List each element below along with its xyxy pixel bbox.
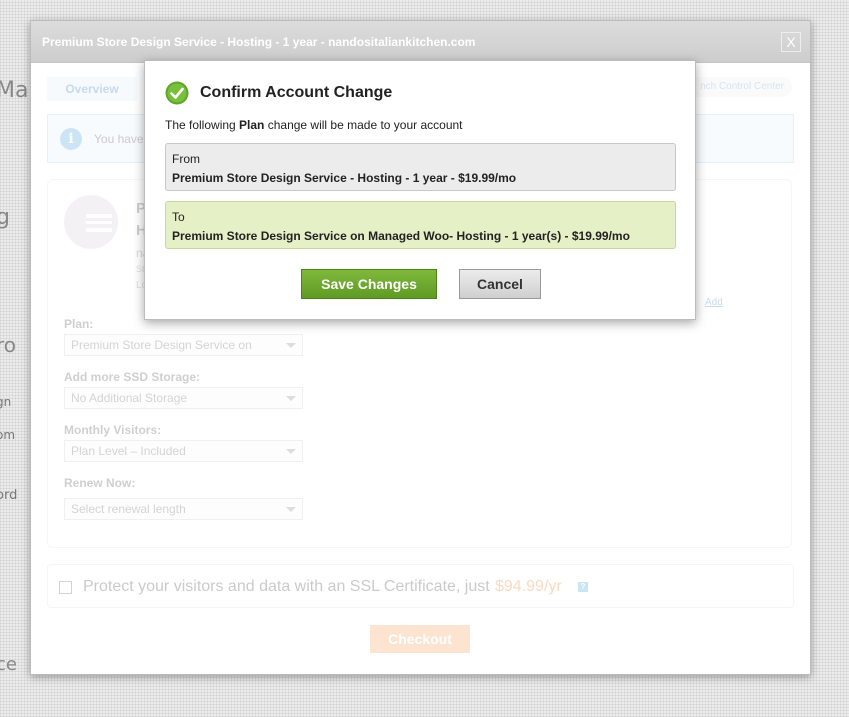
ssl-checkbox[interactable]: [59, 581, 72, 594]
save-changes-button[interactable]: Save Changes: [301, 269, 437, 299]
info-text: You have: [94, 132, 144, 146]
checkout-button[interactable]: Checkout: [370, 625, 470, 653]
close-button[interactable]: X: [781, 32, 801, 52]
plan-label: Plan:: [64, 317, 94, 331]
renew-label: Renew Now:: [64, 476, 136, 490]
bg-text-fragment: ce: [0, 654, 17, 675]
tab-overview[interactable]: Overview: [47, 77, 137, 101]
renew-select[interactable]: Select renewal length: [64, 498, 303, 520]
ssl-offer: Protect your visitors and data with an S…: [47, 564, 794, 608]
to-plan-box: To Premium Store Design Service on Manag…: [165, 201, 676, 249]
dialog-title: Confirm Account Change: [200, 84, 393, 101]
chevron-down-icon: [286, 343, 296, 348]
check-circle-icon: [165, 81, 189, 105]
ssl-text: Protect your visitors and data with an S…: [83, 578, 490, 595]
storage-select[interactable]: No Additional Storage: [64, 387, 303, 409]
cancel-button[interactable]: Cancel: [459, 269, 541, 299]
dialog-description: The following Plan change will be made t…: [165, 118, 463, 132]
tab-launch-control-center[interactable]: nch Control Center: [682, 77, 792, 97]
info-icon: i: [60, 128, 82, 150]
from-plan-box: From Premium Store Design Service - Host…: [165, 143, 676, 191]
add-link[interactable]: Add: [705, 297, 723, 308]
bg-text-fragment: om: [0, 428, 16, 442]
visitors-label: Monthly Visitors:: [64, 423, 162, 437]
from-plan-value: Premium Store Design Service - Hosting -…: [172, 171, 517, 185]
modal-title: Premium Store Design Service - Hosting -…: [42, 35, 476, 49]
bg-text-fragment: g: [0, 205, 10, 230]
chevron-down-icon: [286, 507, 296, 512]
bg-text-fragment: gn: [0, 395, 12, 409]
storage-label: Add more SSD Storage:: [64, 370, 201, 384]
confirm-dialog: Confirm Account Change The following Pla…: [144, 60, 696, 320]
bg-text-fragment: ord: [0, 488, 18, 503]
chevron-down-icon: [286, 396, 296, 401]
plan-select[interactable]: Premium Store Design Service on: [64, 334, 303, 356]
ssl-price: $94.99/yr: [495, 578, 562, 595]
help-icon[interactable]: ?: [578, 582, 588, 592]
chevron-down-icon: [286, 449, 296, 454]
to-label: To: [172, 210, 185, 224]
bg-text-fragment: Ma: [0, 78, 29, 103]
bg-text-fragment: ro: [0, 333, 17, 357]
cloud-server-icon: [64, 195, 118, 249]
visitors-select[interactable]: Plan Level – Included: [64, 440, 303, 462]
from-label: From: [172, 152, 200, 166]
to-plan-value: Premium Store Design Service on Managed …: [172, 229, 630, 243]
modal-header: Premium Store Design Service - Hosting -…: [31, 21, 810, 63]
